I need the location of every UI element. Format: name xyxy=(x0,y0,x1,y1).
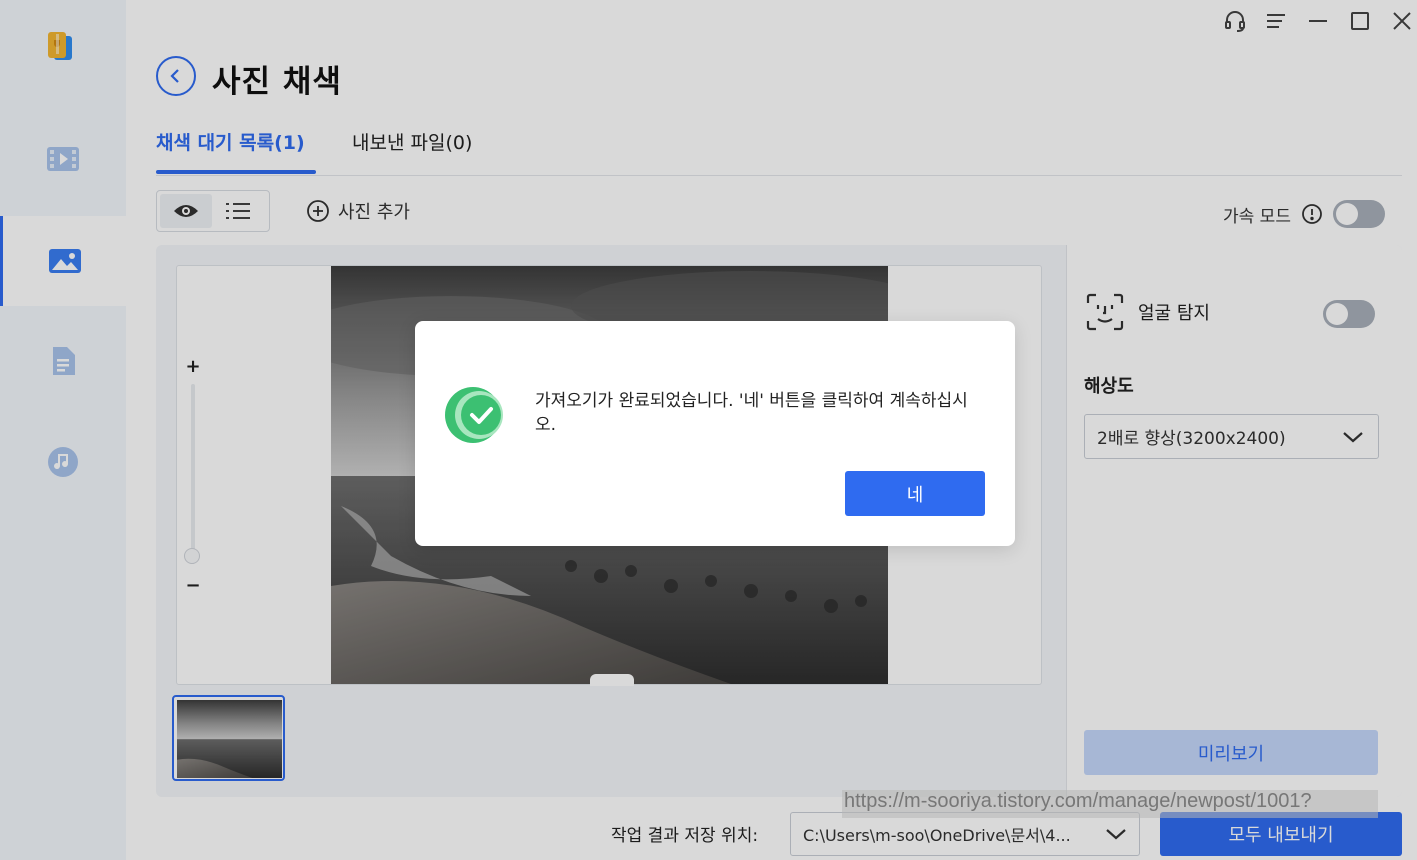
import-complete-dialog: 가져오기가 완료되었습니다. '네' 버튼을 클릭하여 계속하십시오. 네 xyxy=(415,321,1015,546)
dialog-message: 가져오기가 완료되었습니다. '네' 버튼을 클릭하여 계속하십시오. xyxy=(535,391,968,435)
success-check-icon xyxy=(445,387,503,443)
ok-button[interactable]: 네 xyxy=(845,471,985,516)
